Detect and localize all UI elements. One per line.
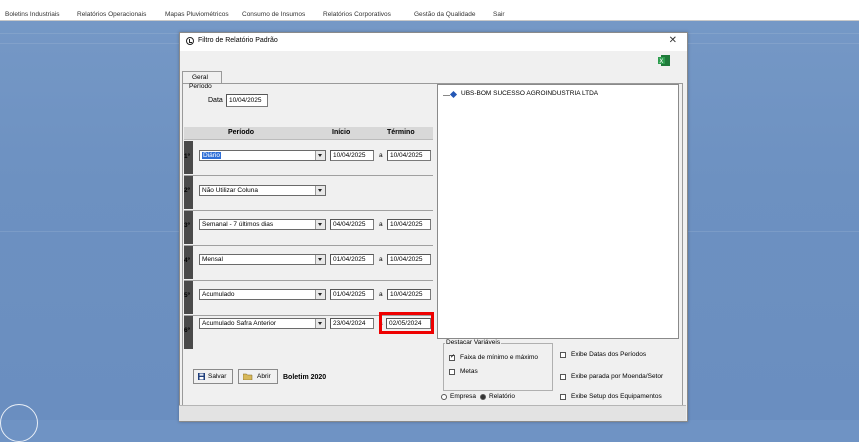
chevron-down-icon[interactable]: [315, 290, 325, 299]
faixa-label: Faixa de mínimo e máximo: [460, 354, 539, 361]
export-excel-icon[interactable]: X: [658, 54, 671, 67]
parada-checkbox[interactable]: [560, 374, 566, 380]
range-separator: a: [379, 256, 383, 263]
boletim-label: Boletim 2020: [283, 374, 327, 381]
datas-label: Exibe Datas dos Períodos: [571, 351, 647, 358]
setup-label: Exibe Setup dos Equipamentos: [571, 393, 662, 400]
period-select-value: Não Utilizar Coluna: [202, 187, 258, 194]
data-field[interactable]: 10/04/2025: [226, 94, 268, 107]
svg-text:X: X: [659, 58, 663, 65]
report-icon: [186, 37, 194, 45]
period-select-4[interactable]: Mensal: [199, 254, 326, 265]
setup-checkbox[interactable]: [560, 394, 566, 400]
save-button[interactable]: Salvar: [193, 369, 233, 384]
row-divider: [184, 245, 433, 246]
chevron-down-icon[interactable]: [315, 151, 325, 160]
row-divider: [184, 175, 433, 176]
close-icon[interactable]: ✕: [669, 35, 677, 46]
tree-item-company[interactable]: UBS-BOM SUCESSO AGROINDUSTRIA LTDA: [461, 90, 598, 97]
termino-field-5[interactable]: 10/04/2025: [387, 289, 431, 300]
period-select-value: Acumulado: [202, 291, 235, 298]
period-select-value: Diário: [202, 152, 221, 159]
inicio-field-6[interactable]: 23/04/2024: [330, 318, 374, 329]
faixa-checkbox[interactable]: [449, 353, 455, 361]
relatorio-radio[interactable]: [480, 394, 486, 400]
termino-field-1[interactable]: 10/04/2025: [387, 150, 431, 161]
period-select-5[interactable]: Acumulado: [199, 289, 326, 300]
destacar-group: [443, 343, 553, 391]
row-divider: [184, 210, 433, 211]
row-number: 2º: [184, 187, 190, 194]
open-button[interactable]: Abrir: [238, 369, 278, 384]
row-number: 3º: [184, 222, 190, 229]
inicio-field-5[interactable]: 01/04/2025: [330, 289, 374, 300]
destacar-legend: Destacar Variáveis: [445, 339, 502, 346]
inicio-field-1[interactable]: 10/04/2025: [330, 150, 374, 161]
termino-field-4[interactable]: 10/04/2025: [387, 254, 431, 265]
range-separator: a: [379, 291, 383, 298]
period-select-2[interactable]: Não Utilizar Coluna: [199, 185, 326, 196]
range-separator: a: [379, 221, 383, 228]
menu-relatorios-operacionais[interactable]: Relatórios Operacionais: [77, 11, 146, 18]
data-label: Data: [208, 97, 223, 104]
header-inicio: Início: [332, 129, 351, 136]
chevron-down-icon[interactable]: [315, 220, 325, 229]
inicio-field-4[interactable]: 01/04/2025: [330, 254, 374, 265]
datas-checkbox[interactable]: [560, 352, 566, 358]
menu-bar: Boletins Industriais Relatórios Operacio…: [0, 0, 859, 21]
period-select-value: Semanal - 7 últimos dias: [202, 221, 274, 228]
dialog-title: Filtro de Relatório Padrão: [198, 37, 278, 44]
row-number: 6º: [184, 327, 190, 334]
period-select-3[interactable]: Semanal - 7 últimos dias: [199, 219, 326, 230]
metas-label: Metas: [460, 368, 478, 375]
menu-gestao-da-qualidade[interactable]: Gestão da Qualidade: [414, 11, 475, 18]
row-number: 1º: [184, 153, 190, 160]
highlight-box: [379, 312, 434, 334]
menu-boletins-industriais[interactable]: Boletins Industriais: [5, 11, 60, 18]
row-number: 5º: [184, 292, 190, 299]
bottom-strip: [179, 405, 686, 421]
range-separator: a: [379, 152, 383, 159]
row-number: 4º: [184, 257, 190, 264]
periodo-legend: Período: [189, 83, 212, 90]
tab-geral-label: Geral: [192, 74, 208, 81]
empresa-label: Empresa: [450, 393, 477, 400]
tree-connector: [443, 95, 450, 96]
save-label: Salvar: [208, 373, 227, 380]
floppy-icon: [198, 373, 205, 380]
menu-relatorios-corporativos[interactable]: Relatórios Corporativos: [323, 11, 391, 18]
chevron-down-icon[interactable]: [315, 255, 325, 264]
row-divider: [184, 280, 433, 281]
period-select-value: Acumulado Safra Anterior: [202, 320, 277, 327]
parada-label: Exibe parada por Moenda/Setor: [571, 373, 664, 380]
open-label: Abrir: [257, 373, 271, 380]
menu-sair[interactable]: Sair: [493, 11, 505, 18]
dialog-titlebar: Filtro de Relatório Padrão ✕: [180, 33, 687, 51]
inicio-field-3[interactable]: 04/04/2025: [330, 219, 374, 230]
empresa-radio[interactable]: [441, 394, 447, 400]
termino-field-3[interactable]: 10/04/2025: [387, 219, 431, 230]
menu-mapas-pluviometricos[interactable]: Mapas Pluviométricos: [165, 11, 229, 18]
header-periodo: Período: [228, 129, 255, 136]
corner-decoration: [0, 404, 38, 442]
folder-icon: [243, 373, 253, 380]
period-select-value: Mensal: [202, 256, 223, 263]
chevron-down-icon[interactable]: [315, 319, 325, 328]
company-tree[interactable]: [437, 84, 679, 339]
menu-consumo-de-insumos[interactable]: Consumo de Insumos: [242, 11, 305, 18]
period-select-1[interactable]: Diário: [199, 150, 326, 161]
chevron-down-icon[interactable]: [315, 186, 325, 195]
relatorio-label: Relatório: [489, 393, 516, 400]
metas-checkbox[interactable]: [449, 369, 455, 375]
period-select-6[interactable]: Acumulado Safra Anterior: [199, 318, 326, 329]
header-termino: Término: [387, 129, 415, 136]
